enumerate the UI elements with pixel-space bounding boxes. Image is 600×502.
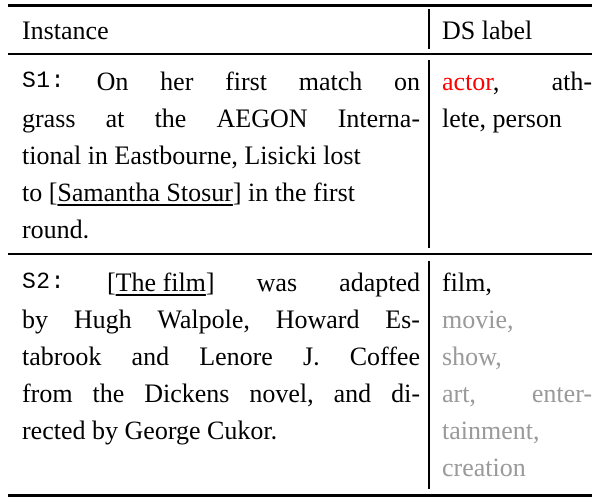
instance-line: round. bbox=[22, 215, 90, 244]
header-column-divider bbox=[428, 9, 430, 49]
word: Lenore bbox=[199, 342, 273, 371]
instance-line: from the Dickens novel, and di- bbox=[22, 375, 420, 412]
word: Walpole, bbox=[157, 305, 250, 334]
word: novel, bbox=[249, 379, 314, 408]
ds-label-token: art, bbox=[442, 379, 476, 408]
word: by bbox=[22, 305, 48, 334]
word: AEGON bbox=[216, 104, 308, 133]
ds-label-line: show, bbox=[442, 342, 502, 371]
entity-mention-group: [The film] bbox=[107, 264, 215, 301]
instance-label-table: Instance DS label S1: On her first match… bbox=[8, 0, 592, 502]
table-header-rule bbox=[8, 53, 592, 55]
word: adapted bbox=[339, 268, 420, 297]
word: match bbox=[298, 67, 363, 96]
word: J. bbox=[302, 342, 320, 371]
ds-label-token: ath- bbox=[551, 67, 592, 96]
instance-line: S2: [The film] was adapted bbox=[22, 264, 420, 301]
word: from bbox=[22, 379, 73, 408]
word: Howard bbox=[275, 305, 360, 334]
status-badge: actor, bbox=[442, 63, 499, 100]
sentence-id-label: S1: bbox=[22, 68, 65, 94]
word: her bbox=[160, 67, 194, 96]
ds-label-token: enter- bbox=[531, 379, 592, 408]
entity-mention: The film bbox=[115, 268, 206, 297]
table-top-rule bbox=[8, 4, 592, 7]
text-fragment: to [ bbox=[22, 178, 58, 207]
word: first bbox=[225, 67, 267, 96]
word: and bbox=[131, 342, 170, 371]
word: was bbox=[256, 268, 298, 297]
ds-label-separator: , bbox=[492, 67, 500, 96]
word: Es- bbox=[385, 305, 420, 334]
ds-label-cell: film, movie, show, art, enter- tainment,… bbox=[442, 264, 592, 486]
text-fragment: ] bbox=[205, 268, 215, 297]
column-header-instance: Instance bbox=[22, 16, 109, 45]
instance-line: grass at the AEGON Interna- bbox=[22, 100, 420, 137]
word: Coffee bbox=[349, 342, 420, 371]
table-row-divider-rule bbox=[8, 253, 592, 255]
instance-line: by Hugh Walpole, Howard Es- bbox=[22, 301, 420, 338]
ds-label-line: movie, bbox=[442, 305, 514, 334]
word: on bbox=[394, 67, 420, 96]
ds-label-line: lete, person bbox=[442, 104, 562, 133]
word: di- bbox=[391, 379, 420, 408]
table-row: S2: [The film] was adapted by Hugh Walpo… bbox=[22, 264, 420, 449]
word: On bbox=[96, 67, 129, 96]
entity-mention: Samantha Stosur bbox=[57, 178, 233, 207]
instance-line: tional in Eastbourne, Lisicki lost bbox=[22, 141, 361, 170]
table-bottom-rule bbox=[8, 494, 592, 497]
table-row: S1: On her first match on grass at the A… bbox=[22, 63, 420, 248]
ds-label-line: film, bbox=[442, 268, 492, 297]
word: the bbox=[92, 379, 125, 408]
ds-label-token: actor bbox=[442, 67, 493, 96]
word: and bbox=[333, 379, 372, 408]
word: tabrook bbox=[22, 342, 102, 371]
text-fragment: [ bbox=[106, 268, 116, 297]
instance-line: to [Samantha Stosur] in the first bbox=[22, 174, 420, 211]
row2-column-divider bbox=[428, 261, 430, 489]
instance-line: rected by George Cukor. bbox=[22, 416, 278, 445]
text-fragment: ] in the first bbox=[232, 178, 355, 207]
word: the bbox=[154, 104, 187, 133]
ds-label-line: tainment, bbox=[442, 416, 540, 445]
sentence-id-label: S2: bbox=[22, 269, 65, 295]
ds-label-line: creation bbox=[442, 453, 526, 482]
word: grass bbox=[22, 104, 76, 133]
row1-column-divider bbox=[428, 60, 430, 248]
instance-line: tabrook and Lenore J. Coffee bbox=[22, 338, 420, 375]
word: Hugh bbox=[73, 305, 132, 334]
ds-label-cell: actor, ath- lete, person bbox=[442, 63, 592, 137]
instance-line: S1: On her first match on bbox=[22, 63, 420, 100]
ds-label-line: actor, ath- bbox=[442, 63, 592, 100]
word: at bbox=[105, 104, 125, 133]
ds-label-line: art, enter- bbox=[442, 375, 592, 412]
word: Dickens bbox=[144, 379, 230, 408]
column-header-ds-label: DS label bbox=[442, 16, 533, 45]
word: Interna- bbox=[337, 104, 420, 133]
